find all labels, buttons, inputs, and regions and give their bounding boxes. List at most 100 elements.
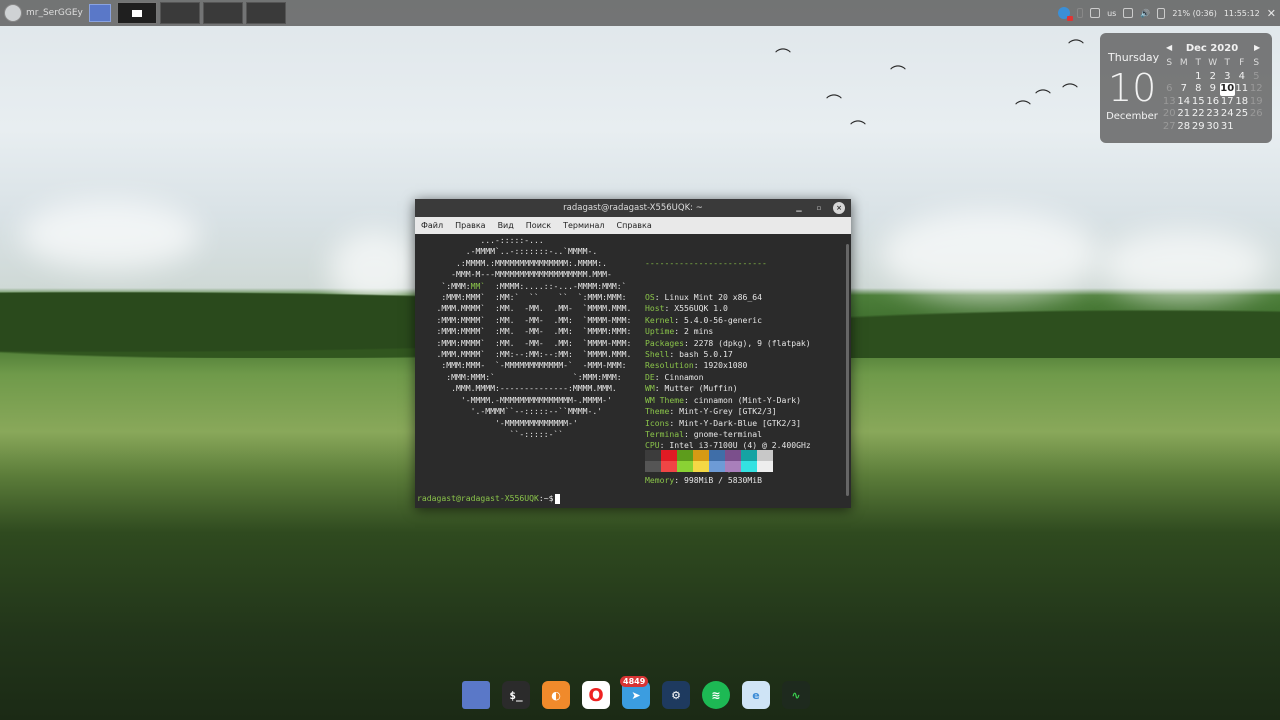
- prev-month-button[interactable]: ◀: [1166, 43, 1172, 52]
- calendar-date[interactable]: 27: [1162, 121, 1177, 134]
- system-monitor-app-icon[interactable]: ∿: [782, 681, 810, 709]
- shell-prompt[interactable]: radagast@radagast-X556UQK:~$: [417, 493, 561, 504]
- calendar-date[interactable]: [1235, 121, 1250, 134]
- calendar-date[interactable]: 5: [1249, 71, 1264, 84]
- calendar-date[interactable]: 28: [1177, 121, 1192, 134]
- info-line: Icons: Mint-Y-Dark-Blue [GTK2/3]: [645, 417, 801, 428]
- calendar-date[interactable]: 15: [1191, 96, 1206, 109]
- calendar-date[interactable]: 24: [1220, 108, 1235, 121]
- workspace-4[interactable]: [245, 2, 286, 24]
- battery-status[interactable]: 21% (0:36): [1172, 9, 1217, 18]
- usb-icon[interactable]: [1077, 8, 1084, 18]
- info-key: Packages: [645, 337, 684, 348]
- workspace-1[interactable]: [116, 2, 157, 24]
- updates-icon[interactable]: [1090, 8, 1101, 18]
- steam-app-icon[interactable]: ⚙: [662, 681, 690, 709]
- info-value: 998MiB / 5830MiB: [684, 474, 762, 485]
- calendar-date[interactable]: 23: [1206, 108, 1221, 121]
- info-key: Theme: [645, 406, 670, 417]
- workspace-3[interactable]: [202, 2, 243, 24]
- prompt-user: radagast@radagast-X556UQK: [417, 493, 539, 503]
- calendar-date[interactable]: 2: [1206, 71, 1221, 84]
- terminal-app-icon[interactable]: $_: [502, 681, 530, 709]
- calendar-date[interactable]: 7: [1177, 83, 1192, 96]
- volume-icon[interactable]: 🔊: [1140, 9, 1150, 18]
- window-title: radagast@radagast-X556UQK: ~: [563, 203, 703, 213]
- next-month-button[interactable]: ▶: [1254, 43, 1260, 52]
- info-key: Terminal: [645, 428, 684, 439]
- calendar-date[interactable]: 10: [1220, 83, 1235, 96]
- calendar-date[interactable]: 29: [1191, 121, 1206, 134]
- info-line: Resolution: 1920x1080: [645, 360, 748, 371]
- telegram-tray-icon[interactable]: [1058, 7, 1074, 21]
- minimize-icon[interactable]: ▁: [793, 202, 805, 214]
- menu-edit[interactable]: Правка: [455, 221, 485, 230]
- files-app-icon[interactable]: [462, 681, 490, 709]
- menu-terminal[interactable]: Терминал: [563, 221, 604, 230]
- menu-search[interactable]: Поиск: [526, 221, 551, 230]
- palette-swatch: [725, 450, 741, 461]
- calendar-date[interactable]: 18: [1235, 96, 1250, 109]
- menu-button[interactable]: [0, 0, 26, 26]
- telegram-app-icon[interactable]: ➤ 4849: [620, 676, 650, 709]
- calendar-date[interactable]: 11: [1235, 83, 1250, 96]
- calendar-date[interactable]: 17: [1220, 96, 1235, 109]
- color-palette: [645, 450, 773, 472]
- calendar-date[interactable]: 14: [1177, 96, 1192, 109]
- calendar-date[interactable]: 30: [1206, 121, 1221, 134]
- info-line: OS: Linux Mint 20 x86_64: [645, 292, 762, 303]
- battery-icon[interactable]: [1157, 7, 1166, 19]
- bird: ⌒: [890, 64, 907, 83]
- calendar-date[interactable]: [1162, 71, 1177, 84]
- calendar-date[interactable]: 16: [1206, 96, 1221, 109]
- info-line: Memory: 998MiB / 5830MiB: [645, 474, 762, 485]
- calendar-date[interactable]: [1177, 71, 1192, 84]
- mint-ascii-logo: ...-:::::-... .-MMMM`..-:::::::-..`MMMM-…: [436, 235, 632, 439]
- network-icon[interactable]: [1123, 8, 1134, 18]
- scrollbar[interactable]: [846, 244, 849, 496]
- terminal-titlebar[interactable]: radagast@radagast-X556UQK: ~ ▁ ▫ ×: [415, 199, 851, 217]
- menu-file[interactable]: Файл: [421, 221, 443, 230]
- bird: ⌒: [1062, 82, 1079, 101]
- maximize-icon[interactable]: ▫: [813, 202, 825, 214]
- terminal-content[interactable]: ...-:::::-... .-MMMM`..-:::::::-..`MMMM-…: [415, 234, 851, 508]
- close-icon[interactable]: ×: [833, 202, 845, 214]
- workspace-2[interactable]: [159, 2, 200, 24]
- keyboard-layout[interactable]: us: [1107, 9, 1116, 18]
- show-desktop-button[interactable]: [88, 4, 111, 22]
- firefox-app-icon[interactable]: ◐: [542, 681, 570, 709]
- calendar-date[interactable]: 22: [1191, 108, 1206, 121]
- opera-app-icon[interactable]: O: [582, 681, 610, 709]
- info-key: Icons: [645, 417, 670, 428]
- menu-view[interactable]: Вид: [498, 221, 514, 230]
- top-panel: mr_SerGGEy us 🔊 21% (0:36) 11:55:12 ✕: [0, 0, 1280, 26]
- calendar-date[interactable]: 20: [1162, 108, 1177, 121]
- calendar-date[interactable]: 4: [1235, 71, 1250, 84]
- menu-help[interactable]: Справка: [617, 221, 652, 230]
- user-name[interactable]: mr_SerGGEy: [26, 8, 83, 18]
- spotify-app-icon[interactable]: ≋: [702, 681, 730, 709]
- calendar-date[interactable]: 12: [1249, 83, 1264, 96]
- system-tray: us 🔊 21% (0:36) 11:55:12 ✕: [1058, 0, 1276, 26]
- calendar-date[interactable]: 6: [1162, 83, 1177, 96]
- calendar-date[interactable]: 3: [1220, 71, 1235, 84]
- edge-app-icon[interactable]: e: [742, 681, 770, 709]
- calendar-date[interactable]: 31: [1220, 121, 1235, 134]
- close-icon[interactable]: ✕: [1267, 7, 1276, 20]
- calendar-day-name: M: [1179, 58, 1188, 68]
- info-key: Kernel: [645, 314, 675, 325]
- palette-swatch: [709, 461, 725, 472]
- calendar-date[interactable]: 13: [1162, 96, 1177, 109]
- calendar-date[interactable]: 21: [1177, 108, 1192, 121]
- calendar-date[interactable]: 26: [1249, 108, 1264, 121]
- calendar-date[interactable]: 8: [1191, 83, 1206, 96]
- calendar-day-name: W: [1208, 58, 1218, 68]
- palette-swatch: [645, 450, 661, 461]
- clock[interactable]: 11:55:12: [1224, 9, 1260, 18]
- info-value: bash 5.0.17: [679, 349, 733, 360]
- calendar-date[interactable]: 19: [1249, 96, 1264, 109]
- calendar-date[interactable]: 25: [1235, 108, 1250, 121]
- calendar-date[interactable]: 1: [1191, 71, 1206, 84]
- calendar-date[interactable]: [1249, 121, 1264, 134]
- calendar-date[interactable]: 9: [1206, 83, 1221, 96]
